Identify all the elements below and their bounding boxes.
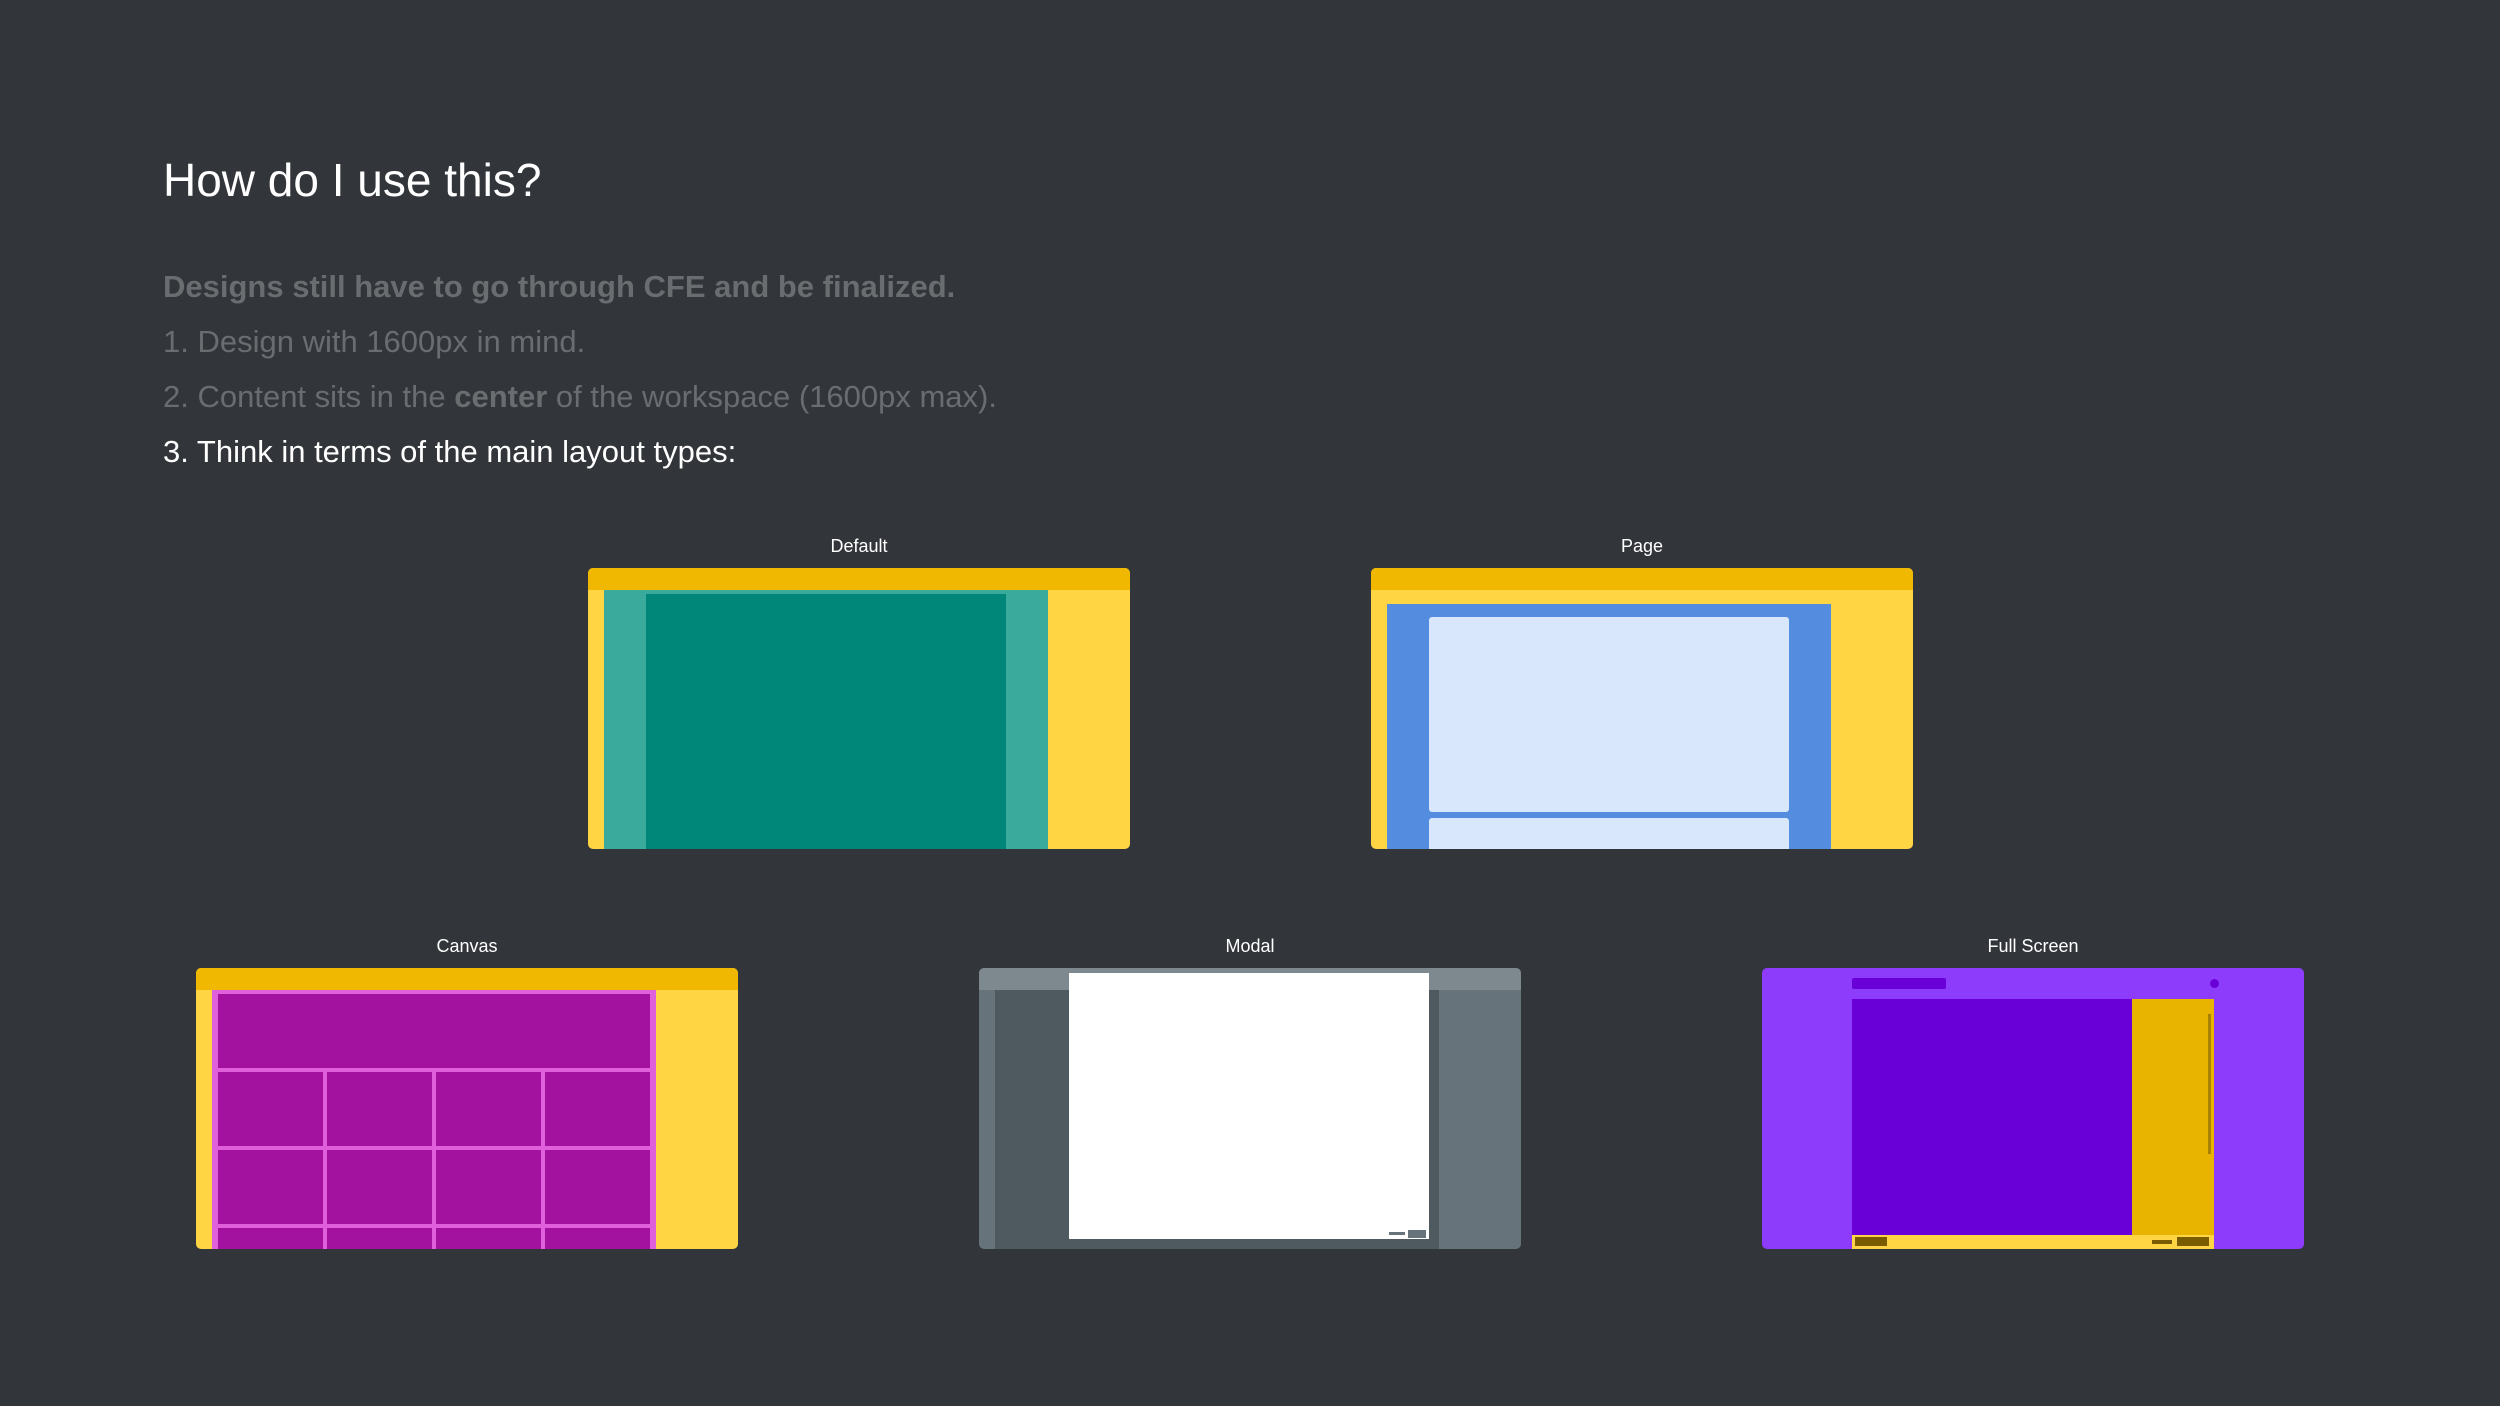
fullscreen-footer-left-action xyxy=(1855,1237,1887,1246)
shell-bar xyxy=(588,568,1130,590)
fullscreen-footer-secondary-action xyxy=(2152,1240,2172,1244)
fullscreen-footer-primary-action xyxy=(2177,1237,2209,1246)
fullscreen-close-dot xyxy=(2210,979,2219,988)
fullscreen-scrollbar xyxy=(2208,1014,2211,1154)
canvas-tile xyxy=(436,1150,541,1224)
canvas-layout-label: Canvas xyxy=(436,936,498,956)
main-content xyxy=(646,594,1006,849)
step-1-text: 1. Design with 1600px in mind. xyxy=(163,324,586,359)
canvas-tile xyxy=(436,1228,541,1249)
fullscreen-main-content xyxy=(1852,999,2132,1235)
canvas-header-block xyxy=(218,994,650,1068)
canvas-tile xyxy=(545,1228,650,1249)
step-2-suffix: of the workspace (1600px max). xyxy=(547,379,997,414)
step-3-text: 3. Think in terms of the main layout typ… xyxy=(163,434,737,469)
default-layout-label: Default xyxy=(830,536,888,556)
fullscreen-layout-thumbnail xyxy=(1762,968,2304,1249)
step-2-prefix: 2. Content sits in the xyxy=(163,379,455,414)
canvas-tile xyxy=(545,1072,650,1146)
fullscreen-layout-label: Full Screen xyxy=(1987,936,2079,956)
step-2-text: 2. Content sits in the center of the wor… xyxy=(163,377,997,417)
page-section xyxy=(1429,818,1789,849)
canvas-tile xyxy=(218,1072,323,1146)
page-layout-thumbnail xyxy=(1371,568,1913,849)
default-layout-thumbnail xyxy=(588,568,1130,849)
canvas-tile xyxy=(327,1150,432,1224)
page-section xyxy=(1429,617,1789,812)
fullscreen-title-bar xyxy=(1852,978,1946,989)
canvas-tile xyxy=(436,1072,541,1146)
canvas-tile xyxy=(545,1150,650,1224)
page-layout-label: Page xyxy=(1620,536,1664,556)
canvas-tile xyxy=(218,1150,323,1224)
modal-dialog xyxy=(1069,973,1429,1239)
page-title: How do I use this? xyxy=(163,154,542,206)
modal-primary-action xyxy=(1408,1230,1426,1238)
modal-layout-thumbnail xyxy=(979,968,1521,1249)
canvas-layout-thumbnail xyxy=(196,968,738,1249)
shell-bar xyxy=(196,968,738,990)
shell-bar xyxy=(1371,568,1913,590)
finalization-note: Designs still have to go through CFE and… xyxy=(163,269,956,304)
modal-layout-label: Modal xyxy=(1225,936,1275,956)
step-2-emphasis: center xyxy=(454,379,548,414)
canvas-tile xyxy=(327,1072,432,1146)
canvas-tile xyxy=(327,1228,432,1249)
canvas-tile xyxy=(218,1228,323,1249)
modal-secondary-action xyxy=(1389,1232,1405,1235)
